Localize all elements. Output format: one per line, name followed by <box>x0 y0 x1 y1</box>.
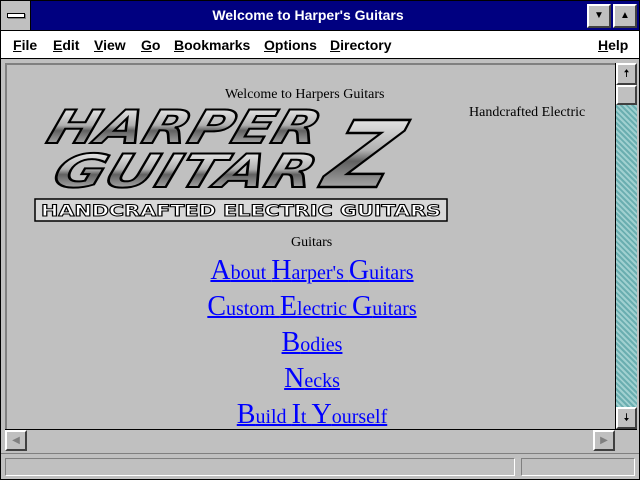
link-text: N <box>284 363 305 394</box>
link-text: B <box>236 399 256 429</box>
link-build-it-yourself[interactable]: Build It Yourself <box>7 397 615 429</box>
link-text: t <box>300 406 312 428</box>
window-title: Welcome to Harper's Guitars <box>212 7 404 23</box>
scroll-left-button[interactable]: ◀ <box>5 430 27 451</box>
link-text: H <box>271 255 292 286</box>
menu-bookmarks[interactable]: Bookmarks <box>174 37 250 53</box>
vertical-scrollbar[interactable]: 🠅 🠇 <box>615 63 637 429</box>
vertical-scroll-thumb[interactable] <box>616 85 637 105</box>
link-list: About Harper's Guitars Custom Electric G… <box>7 253 615 429</box>
status-progress <box>521 458 635 476</box>
arrow-left-icon: ◀ <box>12 435 20 446</box>
logo-letter: Z <box>310 102 416 209</box>
link-text: uild <box>255 406 292 428</box>
menu-view[interactable]: View <box>94 37 126 53</box>
link-text: arper's <box>291 262 349 284</box>
guitars-caption: Guitars <box>291 235 333 250</box>
link-text: ourself <box>331 406 388 428</box>
system-menu-button[interactable] <box>1 1 31 30</box>
scroll-up-button[interactable]: 🠅 <box>616 63 637 85</box>
arrow-right-icon: ▶ <box>600 435 608 446</box>
horizontal-scroll-track[interactable] <box>27 430 615 451</box>
arrow-up-icon: 🠅 <box>623 68 630 80</box>
link-text: A <box>210 255 231 286</box>
scroll-down-button[interactable]: 🠇 <box>616 407 637 429</box>
link-text: ustom <box>226 298 280 320</box>
arrow-down-icon: 🠇 <box>623 412 630 424</box>
link-text: I <box>291 399 301 429</box>
link-about[interactable]: About Harper's Guitars <box>7 253 615 289</box>
menu-directory[interactable]: Directory <box>330 37 391 53</box>
page-content[interactable]: Welcome to Harpers Guitars Handcrafted E… <box>5 63 615 429</box>
triangle-down-icon: ▼ <box>594 10 604 21</box>
menu-help[interactable]: Help <box>598 37 628 53</box>
link-custom-electric[interactable]: Custom Electric Guitars <box>7 289 615 325</box>
maximize-button[interactable]: ▲ <box>613 4 637 28</box>
link-necks[interactable]: Necks <box>7 361 615 397</box>
link-text: C <box>207 291 227 322</box>
logo-line2: GUITAR <box>47 145 324 199</box>
link-text: uitars <box>369 262 414 284</box>
title-bar[interactable]: Welcome to Harper's Guitars ▼ ▲ <box>1 1 639 31</box>
link-text: uitars <box>372 298 417 320</box>
link-text: G <box>352 291 373 322</box>
menu-bar: File Edit View Go Bookmarks Options Dire… <box>1 31 639 59</box>
scroll-right-button[interactable]: ▶ <box>593 430 615 451</box>
link-bodies[interactable]: Bodies <box>7 325 615 361</box>
triangle-up-icon: ▲ <box>620 10 630 21</box>
link-text: G <box>348 255 370 286</box>
link-text: Y <box>311 399 332 429</box>
link-text: odies <box>300 334 343 356</box>
horizontal-scrollbar[interactable]: ◀ ▶ <box>5 429 637 451</box>
handcrafted-text: Handcrafted Electric <box>469 105 586 120</box>
minimize-button[interactable]: ▼ <box>587 4 611 28</box>
status-message <box>5 458 515 476</box>
logo-tagline: HANDCRAFTED ELECTRIC GUITARS <box>41 201 441 220</box>
menu-file[interactable]: File <box>13 37 37 53</box>
menu-go[interactable]: Go <box>141 37 160 53</box>
harper-guitarz-logo: HARPER GUITAR Z HANDCRAFTED ELECTRIC GUI… <box>34 100 448 222</box>
menu-options[interactable]: Options <box>264 37 317 53</box>
browser-window: Welcome to Harper's Guitars ▼ ▲ File Edi… <box>0 0 640 480</box>
status-bar <box>1 453 639 479</box>
system-menu-icon <box>7 13 25 18</box>
link-text: lectric <box>297 298 352 320</box>
vertical-scroll-track[interactable] <box>616 85 637 407</box>
link-text: E <box>279 291 298 322</box>
menu-edit[interactable]: Edit <box>53 37 79 53</box>
link-text: B <box>281 327 301 358</box>
link-text: bout <box>230 262 272 284</box>
link-text: ecks <box>304 370 340 392</box>
